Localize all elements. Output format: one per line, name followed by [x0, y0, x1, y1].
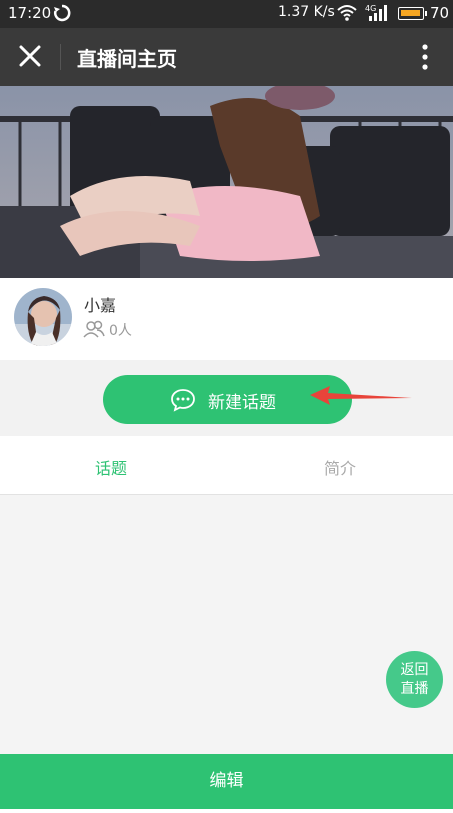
status-bar: 17:20 1.37 K/s 4G 70	[0, 0, 453, 28]
edit-button[interactable]: 编辑	[0, 754, 453, 809]
avatar[interactable]	[14, 288, 72, 346]
tab-intro[interactable]: 简介	[324, 455, 356, 479]
profile-section: 小嘉 0人	[0, 278, 453, 360]
page-title: 直播间主页	[77, 47, 177, 71]
chat-icon	[171, 389, 195, 412]
cover-image	[0, 86, 453, 278]
tab-bar: 话题 简介	[0, 436, 453, 495]
battery-icon	[398, 7, 427, 20]
status-time: 17:20	[8, 4, 52, 22]
back-to-live-line2: 直播	[400, 681, 429, 697]
annotation-arrow	[310, 386, 412, 405]
battery-level: 70	[430, 4, 450, 22]
profile-name: 小嘉	[84, 296, 117, 315]
sync-icon	[53, 4, 71, 22]
bottom-strip	[0, 809, 453, 813]
more-icon[interactable]	[412, 42, 438, 72]
follower-count: 0人	[109, 323, 132, 339]
close-icon[interactable]	[16, 42, 44, 70]
topic-list-area	[0, 495, 453, 754]
signal-icon: 4G	[365, 4, 387, 21]
edit-label: 编辑	[209, 771, 244, 791]
people-icon	[83, 320, 105, 338]
back-to-live-button[interactable]: 返回 直播	[386, 651, 443, 708]
back-to-live-line1: 返回	[400, 662, 429, 678]
nav-bar: 直播间主页	[0, 28, 453, 86]
tab-topics[interactable]: 话题	[95, 455, 127, 479]
new-topic-area: 新建话题	[0, 360, 453, 436]
network-speed: 1.37 K/s	[278, 4, 335, 20]
new-topic-label: 新建话题	[208, 393, 276, 413]
wifi-icon	[337, 5, 357, 21]
network-type: 4G	[365, 4, 376, 13]
nav-divider	[60, 44, 61, 70]
